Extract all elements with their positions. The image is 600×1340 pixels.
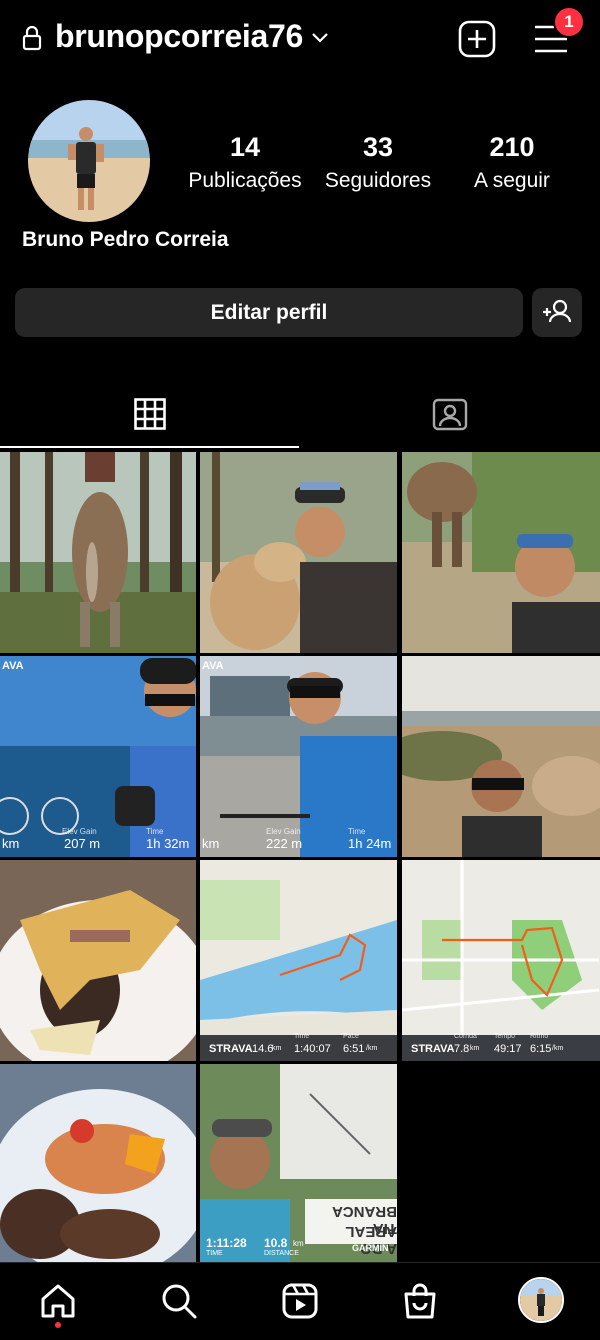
- distance-label: Corrida: [454, 1033, 477, 1040]
- reels-icon: [282, 1283, 318, 1319]
- pace-label: Pace: [343, 1033, 359, 1040]
- top-bar: brunopcorreia76 1: [0, 0, 600, 80]
- garmin-logo: GARMIN: [352, 1243, 389, 1253]
- post-strava-map-2[interactable]: STRAVA Corrida Tempo Ritmo 7.8 km 49:17 …: [402, 860, 600, 1061]
- elev-gain-label: Elev Gain: [62, 827, 97, 836]
- activity-brand-label: AVA: [2, 660, 24, 672]
- post-garmin-selfie[interactable]: TIA BRANCA A DO AREAL 1:11:28 TIME 10.8 …: [200, 1064, 397, 1262]
- discover-people-button[interactable]: [532, 288, 582, 337]
- profile-avatar[interactable]: [28, 100, 150, 222]
- distance-unit: km: [272, 1045, 282, 1052]
- profile-full-name: Bruno Pedro Correia: [22, 228, 229, 251]
- nav-search[interactable]: [157, 1279, 201, 1323]
- time-label: Time: [294, 1033, 310, 1040]
- active-tab-indicator: [0, 446, 299, 448]
- post-bike-sea[interactable]: AVA Elev Gain Time km 207 m 1h 32m: [0, 656, 196, 857]
- time-value: 1:40:07: [294, 1043, 331, 1055]
- time-value: 1h 24m: [348, 836, 392, 851]
- tagged-icon: [432, 398, 468, 431]
- post-food-bread[interactable]: [0, 860, 196, 1061]
- nav-shop[interactable]: [398, 1279, 442, 1323]
- pace-unit: /km: [366, 1045, 378, 1052]
- garmin-distance-unit: km: [293, 1239, 304, 1248]
- bottom-navigation: [0, 1262, 600, 1340]
- pace-label: Ritmo: [530, 1033, 549, 1040]
- time-label: Tempo: [494, 1033, 516, 1040]
- followers-count[interactable]: 33 Seguidores: [303, 130, 453, 196]
- nav-profile-avatar[interactable]: [518, 1277, 564, 1323]
- post-bike-waterfront[interactable]: AVA Elev Gain Time km 222 m 1h 24m: [200, 656, 397, 857]
- distance-value: 7.8: [454, 1043, 470, 1055]
- nav-home[interactable]: [36, 1279, 80, 1323]
- posts-count[interactable]: 14 Publicações: [170, 130, 320, 196]
- time-label: Time: [348, 827, 366, 836]
- add-person-icon: [543, 299, 572, 323]
- garmin-time-label: TIME: [206, 1250, 223, 1257]
- following-count[interactable]: 210 A seguir: [437, 130, 587, 196]
- stat-value: 210: [489, 132, 535, 162]
- home-activity-dot: [55, 1322, 61, 1328]
- activity-brand-label: AVA: [202, 660, 224, 672]
- new-post-button[interactable]: [458, 20, 496, 58]
- garmin-distance-value: 10.8: [264, 1236, 288, 1250]
- distance-value: 14.6: [252, 1043, 274, 1055]
- post-dinosaur-selfie[interactable]: [200, 452, 397, 653]
- post-food-steak[interactable]: [0, 1064, 196, 1262]
- distance-unit: km: [2, 836, 20, 851]
- strava-logo: STRAVA: [411, 1043, 455, 1055]
- stat-value: 33: [362, 132, 394, 162]
- lock-icon: [22, 25, 42, 51]
- stat-label: Seguidores: [324, 169, 432, 192]
- grid-icon: [134, 398, 166, 430]
- home-icon: [41, 1284, 75, 1318]
- elevation-value: 207 m: [64, 836, 101, 851]
- stat-value: 14: [229, 132, 261, 162]
- strava-logo: STRAVA: [209, 1043, 253, 1055]
- pace-value: 6:15: [530, 1043, 552, 1055]
- post-dinosaur-forest[interactable]: [0, 452, 196, 653]
- edit-profile-button[interactable]: Editar perfil: [15, 288, 523, 337]
- nav-reels[interactable]: [278, 1279, 322, 1323]
- pace-unit: /km: [552, 1045, 564, 1052]
- shop-icon: [404, 1283, 436, 1319]
- notification-badge: 1: [553, 6, 585, 38]
- garmin-distance-label: DISTANCE: [264, 1250, 299, 1257]
- account-switcher[interactable]: brunopcorreia76: [55, 18, 303, 55]
- time-value: 1h 32m: [146, 836, 190, 851]
- time-value: 49:17: [494, 1043, 522, 1055]
- garmin-time-value: 1:11:28: [206, 1236, 247, 1250]
- stat-label: Publicações: [188, 169, 302, 192]
- post-dinosaur-grass[interactable]: [402, 452, 600, 653]
- elevation-value: 222 m: [266, 836, 303, 851]
- search-icon: [162, 1284, 197, 1319]
- post-strava-map-1[interactable]: STRAVA Time Pace 14.6 km 1:40:07 6:51 /k…: [200, 860, 397, 1061]
- tab-posts-grid[interactable]: [0, 380, 300, 448]
- time-label: Time: [146, 827, 164, 836]
- distance-unit: km: [470, 1045, 480, 1052]
- elev-gain-label: Elev Gain: [266, 827, 301, 836]
- distance-unit: km: [202, 836, 220, 851]
- post-beach-dunes[interactable]: [402, 656, 600, 857]
- chevron-down-icon[interactable]: [310, 28, 330, 48]
- tab-tagged[interactable]: [300, 380, 600, 448]
- pace-value: 6:51: [343, 1043, 365, 1055]
- stat-label: A seguir: [474, 169, 550, 192]
